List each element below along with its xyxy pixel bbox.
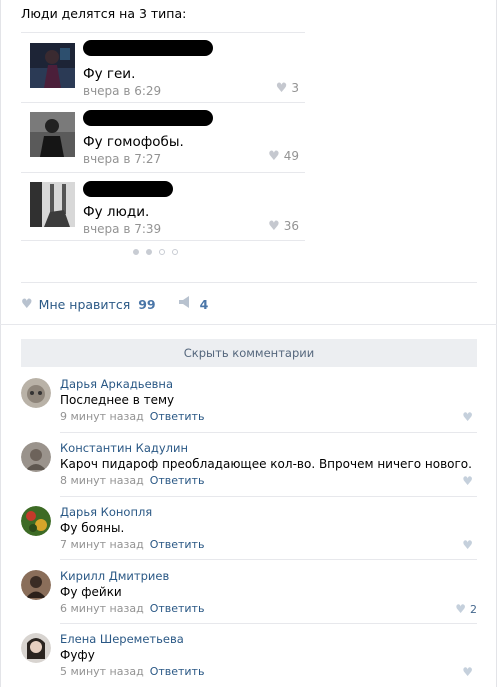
- comment-text: Последнее в тему: [60, 393, 175, 407]
- comment: Дарья Аркадьевна Последнее в тему 9 мину…: [21, 377, 477, 425]
- comment-time[interactable]: 9 минут назад: [60, 410, 144, 423]
- hide-comments-button[interactable]: Скрыть комментарии: [21, 339, 477, 367]
- card-message: Фу гомофобы.: [83, 134, 184, 150]
- comment-time[interactable]: 6 минут назад: [60, 602, 144, 615]
- comment-text: Кароч пидароф преобладающее кол-во. Впро…: [60, 457, 472, 471]
- message-card: Фу гомофобы. вчера в 7:27 ♥ 49: [21, 102, 305, 172]
- megaphone-icon[interactable]: [178, 296, 192, 312]
- heart-icon: ♥: [462, 474, 473, 488]
- reply-button[interactable]: Ответить: [150, 665, 205, 678]
- comment-meta: 5 минут назад Ответить: [60, 665, 204, 678]
- divider: [0, 324, 497, 325]
- avatar[interactable]: [21, 506, 51, 536]
- heart-icon[interactable]: ♥: [21, 297, 33, 312]
- avatar[interactable]: [21, 442, 51, 472]
- comment: Кирилл Дмитриев Фу фейки 6 минут назад От…: [21, 569, 477, 617]
- divider: [60, 432, 477, 433]
- comment-like[interactable]: ♥: [462, 538, 477, 552]
- card-time: вчера в 7:27: [83, 152, 162, 166]
- comment-text: Фу фейки: [60, 585, 122, 599]
- comment-like[interactable]: ♥ 2: [455, 602, 477, 616]
- post-text: Люди делятся на 3 типа:: [21, 6, 187, 21]
- comment-meta: 6 минут назад Ответить: [60, 602, 204, 615]
- comment-text: Фу бояны.: [60, 521, 125, 535]
- comment-time[interactable]: 8 минут назад: [60, 474, 144, 487]
- card-message: Фу люди.: [83, 204, 150, 220]
- comment-author[interactable]: Дарья Аркадьевна: [60, 377, 173, 391]
- card-like-count: 49: [283, 149, 299, 163]
- divider: [21, 282, 477, 283]
- comment: Константин Кадулин Кароч пидароф преобла…: [21, 441, 477, 489]
- divider: [60, 559, 477, 560]
- redacted-name: [83, 110, 213, 126]
- like-button[interactable]: Мне нравится: [39, 297, 131, 312]
- comment-meta: 9 минут назад Ответить: [60, 410, 204, 423]
- redacted-name: [83, 181, 173, 197]
- card-time: вчера в 6:29: [83, 84, 162, 98]
- card-like-count: 36: [283, 219, 299, 233]
- comment: Елена Шереметьева Фуфу 5 минут назад Отве…: [21, 632, 477, 680]
- like-count: 99: [138, 296, 156, 312]
- comment: Дарья Конопля Фу бояны. 7 минут назад Отв…: [21, 505, 477, 553]
- reply-button[interactable]: Ответить: [150, 538, 205, 551]
- heart-icon: ♥: [455, 602, 466, 616]
- divider: [21, 240, 305, 241]
- comment-meta: 8 минут назад Ответить: [60, 474, 204, 487]
- avatar[interactable]: [21, 378, 51, 408]
- card-time: вчера в 7:39: [83, 222, 162, 236]
- heart-icon: ♥: [462, 538, 473, 552]
- comment-text: Фуфу: [60, 648, 95, 662]
- comment-author[interactable]: Елена Шереметьева: [60, 632, 184, 646]
- pager-dot[interactable]: [159, 249, 165, 255]
- pager-dot[interactable]: [133, 249, 139, 255]
- share-count: 4: [199, 296, 209, 312]
- divider: [60, 496, 477, 497]
- reply-button[interactable]: Ответить: [150, 410, 205, 423]
- comment-like-count: 2: [470, 603, 477, 616]
- reply-button[interactable]: Ответить: [150, 602, 205, 615]
- carousel-pager: [133, 249, 178, 255]
- message-card: Фу люди. вчера в 7:39 ♥ 36: [21, 172, 305, 240]
- comment-author[interactable]: Кирилл Дмитриев: [60, 569, 169, 583]
- card-likes[interactable]: ♥ 49: [268, 149, 299, 164]
- card-like-count: 3: [291, 81, 299, 95]
- comment-like[interactable]: ♥: [462, 474, 477, 488]
- card-message: Фу геи.: [83, 66, 136, 82]
- card-likes[interactable]: ♥ 3: [276, 81, 299, 96]
- pager-dot-active[interactable]: [146, 249, 152, 255]
- comment-like[interactable]: ♥: [462, 410, 477, 424]
- avatar[interactable]: [21, 570, 51, 600]
- comment-time[interactable]: 5 минут назад: [60, 665, 144, 678]
- comment-time[interactable]: 7 минут назад: [60, 538, 144, 551]
- divider: [60, 623, 477, 624]
- card-likes[interactable]: ♥ 36: [268, 219, 299, 234]
- comment-author[interactable]: Дарья Конопля: [60, 505, 152, 519]
- redacted-name: [83, 40, 213, 56]
- comment-meta: 7 минут назад Ответить: [60, 538, 204, 551]
- heart-icon: ♥: [462, 410, 473, 424]
- message-card: Фу геи. вчера в 6:29 ♥ 3: [21, 32, 305, 101]
- avatar: [30, 43, 75, 88]
- heart-icon: ♥: [462, 665, 473, 679]
- avatar[interactable]: [21, 633, 51, 663]
- comment-like[interactable]: ♥: [462, 665, 477, 679]
- comment-author[interactable]: Константин Кадулин: [60, 441, 188, 455]
- pager-dot[interactable]: [172, 249, 178, 255]
- reply-button[interactable]: Ответить: [150, 474, 205, 487]
- heart-icon: ♥: [268, 219, 280, 234]
- heart-icon: ♥: [275, 81, 288, 96]
- avatar: [30, 112, 75, 157]
- heart-icon: ♥: [268, 149, 280, 164]
- post-actions: ♥ Мне нравится 99 4: [21, 296, 208, 312]
- avatar: [30, 182, 75, 227]
